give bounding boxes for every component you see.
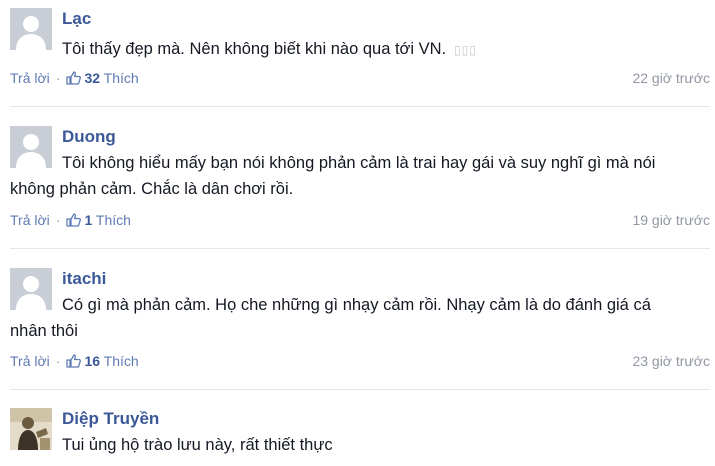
default-avatar-icon[interactable] [10, 8, 52, 50]
reply-link[interactable]: Trả lời [10, 212, 50, 228]
like-label: Thích [103, 353, 139, 369]
comment-body: Tui ủng hộ trào lưu này, rất thiết thực [62, 432, 333, 458]
like-count: 16 [84, 353, 101, 369]
comment-timestamp[interactable]: 19 giờ trước [632, 212, 710, 228]
comment-actions: Trả lời · 1 Thích 19 giờ trước [10, 212, 710, 230]
comment-author[interactable]: Lạc [62, 9, 91, 29]
separator-dot: · [55, 70, 61, 86]
separator-dot: · [55, 212, 61, 228]
comment-author[interactable]: itachi [62, 269, 106, 289]
comment-text-line: Có gì mà phản cảm. Họ che những gì nhạy … [62, 296, 651, 314]
comment-timestamp[interactable]: 23 giờ trước [632, 353, 710, 369]
comment-author[interactable]: Diệp Truyền [62, 409, 159, 429]
comment-body: Tôi thấy đẹp mà. Nên không biết khi nào … [62, 36, 477, 63]
comment-divider [10, 389, 710, 390]
comment-text-line: không phản cảm. Chắc là dân chơi rồi. [10, 180, 294, 198]
like-button[interactable]: 32 Thích [66, 70, 139, 88]
comment-text-line: nhân thôi [10, 322, 78, 340]
like-button[interactable]: 16 Thích [66, 353, 139, 371]
comment-actions: Trả lời · 32 Thích 22 giờ trước [10, 70, 710, 88]
unrendered-glyphs: ▯▯▯ [454, 43, 477, 57]
comment-text-line: Tôi thấy đẹp mà. Nên không biết khi nào … [62, 40, 447, 58]
like-count: 1 [84, 212, 93, 228]
reply-link[interactable]: Trả lời [10, 70, 50, 86]
photo-avatar-icon[interactable] [10, 408, 52, 450]
comment-divider [10, 248, 710, 249]
thumbs-up-icon [66, 71, 82, 88]
comment-text-line: Tôi không hiểu mấy bạn nói không phản cả… [62, 154, 656, 172]
like-label: Thích [103, 70, 139, 86]
comment-divider [10, 106, 710, 107]
like-count: 32 [84, 70, 101, 86]
comment-author[interactable]: Duong [62, 127, 116, 147]
thumbs-up-icon [66, 354, 82, 371]
thumbs-up-icon [66, 213, 82, 230]
comment-body: Tôi không hiểu mấy bạn nói không phản cả… [10, 150, 655, 202]
reply-link[interactable]: Trả lời [10, 353, 50, 369]
comment-list: Lạc Tôi thấy đẹp mà. Nên không biết khi … [0, 0, 715, 466]
comment-actions: Trả lời · 16 Thích 23 giờ trước [10, 353, 710, 371]
comment-body: Có gì mà phản cảm. Họ che những gì nhạy … [10, 292, 651, 344]
separator-dot: · [55, 353, 61, 369]
comment-timestamp[interactable]: 22 giờ trước [632, 70, 710, 86]
comment-text-line: Tui ủng hộ trào lưu này, rất thiết thực [62, 436, 333, 454]
like-label: Thích [95, 212, 131, 228]
like-button[interactable]: 1 Thích [66, 212, 131, 230]
